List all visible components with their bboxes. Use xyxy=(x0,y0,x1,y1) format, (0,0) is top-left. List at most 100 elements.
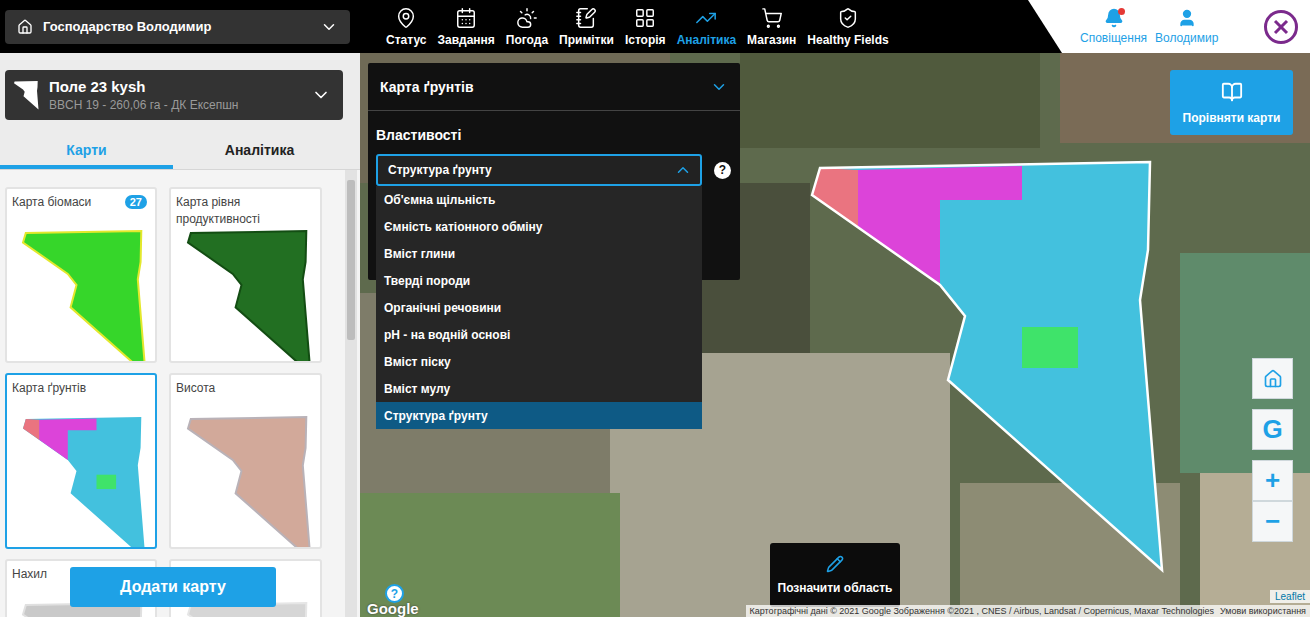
nav-item[interactable]: Погода xyxy=(506,0,548,53)
user-menu[interactable]: Володимир xyxy=(1155,8,1218,45)
nav-label: Статус xyxy=(386,33,426,47)
nav-label: Healthy Fields xyxy=(807,33,888,47)
top-bar: Господарство Володимир Статус Завдання Пого… xyxy=(0,0,1310,53)
field-shape-icon xyxy=(13,80,39,110)
field-outline xyxy=(812,162,1162,570)
soil-zone[interactable] xyxy=(858,166,1022,285)
property-options: Об'ємна щільністьЄмність катіонного обмі… xyxy=(376,186,702,429)
nav-item[interactable]: Історія xyxy=(625,0,666,53)
nav-item[interactable]: Статус xyxy=(386,0,426,53)
zoom-controls: +− xyxy=(1252,460,1293,542)
sidebar: Поле 23 kyshBBCH 19 - 260,06 га - ДК Екс… xyxy=(0,53,360,617)
notifications[interactable]: Сповіщення xyxy=(1080,8,1147,45)
map-card[interactable]: Карта рівня продуктивності xyxy=(169,187,322,363)
map-card-title: Висота xyxy=(171,375,320,413)
nav-label: Магазин xyxy=(747,33,796,47)
soil-zone[interactable] xyxy=(1022,327,1078,368)
help-button[interactable]: ? xyxy=(714,162,731,179)
farm-selector[interactable]: Господарство Володимир xyxy=(5,10,350,44)
field-name: Поле 23 kysh xyxy=(49,78,301,95)
map-card[interactable]: Карта ґрунтів xyxy=(5,373,157,549)
add-map-button[interactable]: Додати карту xyxy=(70,567,276,607)
nav-item[interactable]: Healthy Fields xyxy=(807,0,888,53)
sidebar-tab[interactable]: Аналітика xyxy=(173,134,346,169)
soil-zone[interactable] xyxy=(812,168,858,227)
farm-icon xyxy=(17,19,33,35)
leaflet-link[interactable]: Leaflet xyxy=(1270,590,1310,603)
map-card[interactable]: Висота xyxy=(169,373,322,549)
pencil-icon xyxy=(826,555,844,573)
property-option[interactable]: Тверді породи xyxy=(376,267,702,294)
nav-icon xyxy=(695,7,717,29)
biomass-thumbnail xyxy=(11,227,151,361)
main-nav: Статус Завдання Погода Примітки Історія Аналі… xyxy=(386,0,889,53)
map-controls: G +− xyxy=(1252,358,1293,542)
property-option[interactable]: Вміст мулу xyxy=(376,375,702,402)
property-select[interactable]: Структура ґрунту xyxy=(376,154,702,186)
user-name: Володимир xyxy=(1155,31,1218,45)
panel-header[interactable]: Карта ґрунтів xyxy=(368,63,740,111)
map-card-title: Карта рівня продуктивності xyxy=(171,189,320,227)
app-logo[interactable] xyxy=(1264,10,1298,44)
user-area: Сповіщення Володимир xyxy=(1028,0,1310,53)
compare-maps-button[interactable]: Порівняти карти xyxy=(1170,70,1293,135)
nav-label: Завдання xyxy=(437,33,494,47)
nav-icon xyxy=(837,7,859,29)
chevron-down-icon xyxy=(311,85,331,105)
reset-view-button[interactable] xyxy=(1252,358,1293,399)
panel-title: Карта ґрунтів xyxy=(380,79,474,95)
nav-label: Примітки xyxy=(559,33,614,47)
map-card[interactable]: Карта біомаси27 xyxy=(5,187,157,363)
mark-area-button[interactable]: Позначити область xyxy=(770,543,900,607)
nav-icon xyxy=(455,7,477,29)
chevron-down-icon xyxy=(320,18,338,36)
property-option[interactable]: Органічні речовини xyxy=(376,294,702,321)
home-icon xyxy=(1263,369,1283,389)
nav-icon xyxy=(395,7,417,29)
map-view[interactable]: Карта ґрунтів Властивості Структура ґрунту… xyxy=(360,53,1310,617)
property-option[interactable]: Вміст піску xyxy=(376,348,702,375)
nav-label: Аналітика xyxy=(677,33,736,47)
map-card-badge: 27 xyxy=(125,195,147,209)
select-value: Структура ґрунту xyxy=(388,163,492,177)
map-card-title: Карта ґрунтів xyxy=(7,375,155,413)
nav-item[interactable]: Магазин xyxy=(747,0,796,53)
map-cards-area: Карта біомаси27 Карта рівня продуктивност… xyxy=(0,170,360,617)
elevation-thumbnail xyxy=(176,413,316,547)
map-help-button[interactable]: ? xyxy=(385,584,404,603)
scrollbar[interactable] xyxy=(345,170,357,617)
sidebar-tabs: КартиАналітика xyxy=(0,134,360,170)
nav-icon xyxy=(575,7,597,29)
terms-link[interactable]: Умови використання xyxy=(1220,606,1306,616)
chevron-up-icon xyxy=(674,161,692,179)
sidebar-tab[interactable]: Карти xyxy=(0,134,173,169)
notifications-label: Сповіщення xyxy=(1080,31,1147,45)
nav-item[interactable]: Завдання xyxy=(437,0,494,53)
book-icon xyxy=(1221,81,1243,103)
property-option[interactable]: Структура ґрунту xyxy=(376,402,702,429)
property-option[interactable]: Об'ємна щільність xyxy=(376,186,702,213)
property-option[interactable]: Вміст глини xyxy=(376,240,702,267)
property-option[interactable]: pH - на водній основі xyxy=(376,321,702,348)
chevron-down-icon xyxy=(710,78,728,96)
main-body: Поле 23 kyshBBCH 19 - 260,06 га - ДК Екс… xyxy=(0,53,1310,617)
map-attribution: Картографічні дані © 2021 Google Зображе… xyxy=(746,605,1310,617)
scrollbar-thumb[interactable] xyxy=(347,180,355,340)
soil-map-panel: Карта ґрунтів Властивості Структура ґрунту… xyxy=(368,63,740,280)
zoom-in-button[interactable]: + xyxy=(1252,460,1293,501)
productivity-thumbnail xyxy=(176,227,316,361)
nav-item[interactable]: Аналітика xyxy=(677,0,736,53)
property-option[interactable]: Ємність катіонного обміну xyxy=(376,213,702,240)
nav-icon xyxy=(761,7,783,29)
property-label: Властивості xyxy=(376,127,732,143)
field-selector[interactable]: Поле 23 kyshBBCH 19 - 260,06 га - ДК Екс… xyxy=(5,70,343,120)
soil-zone[interactable] xyxy=(812,162,1162,570)
nav-icon xyxy=(516,7,538,29)
zoom-out-button[interactable]: − xyxy=(1252,501,1293,542)
app-screen: Господарство Володимир Статус Завдання Пого… xyxy=(0,0,1310,617)
nav-label: Погода xyxy=(506,33,548,47)
google-layer-button[interactable]: G xyxy=(1252,409,1293,450)
user-icon xyxy=(1177,8,1197,28)
attribution-text: Картографічні дані © 2021 Google Зображе… xyxy=(750,606,1214,616)
nav-item[interactable]: Примітки xyxy=(559,0,614,53)
